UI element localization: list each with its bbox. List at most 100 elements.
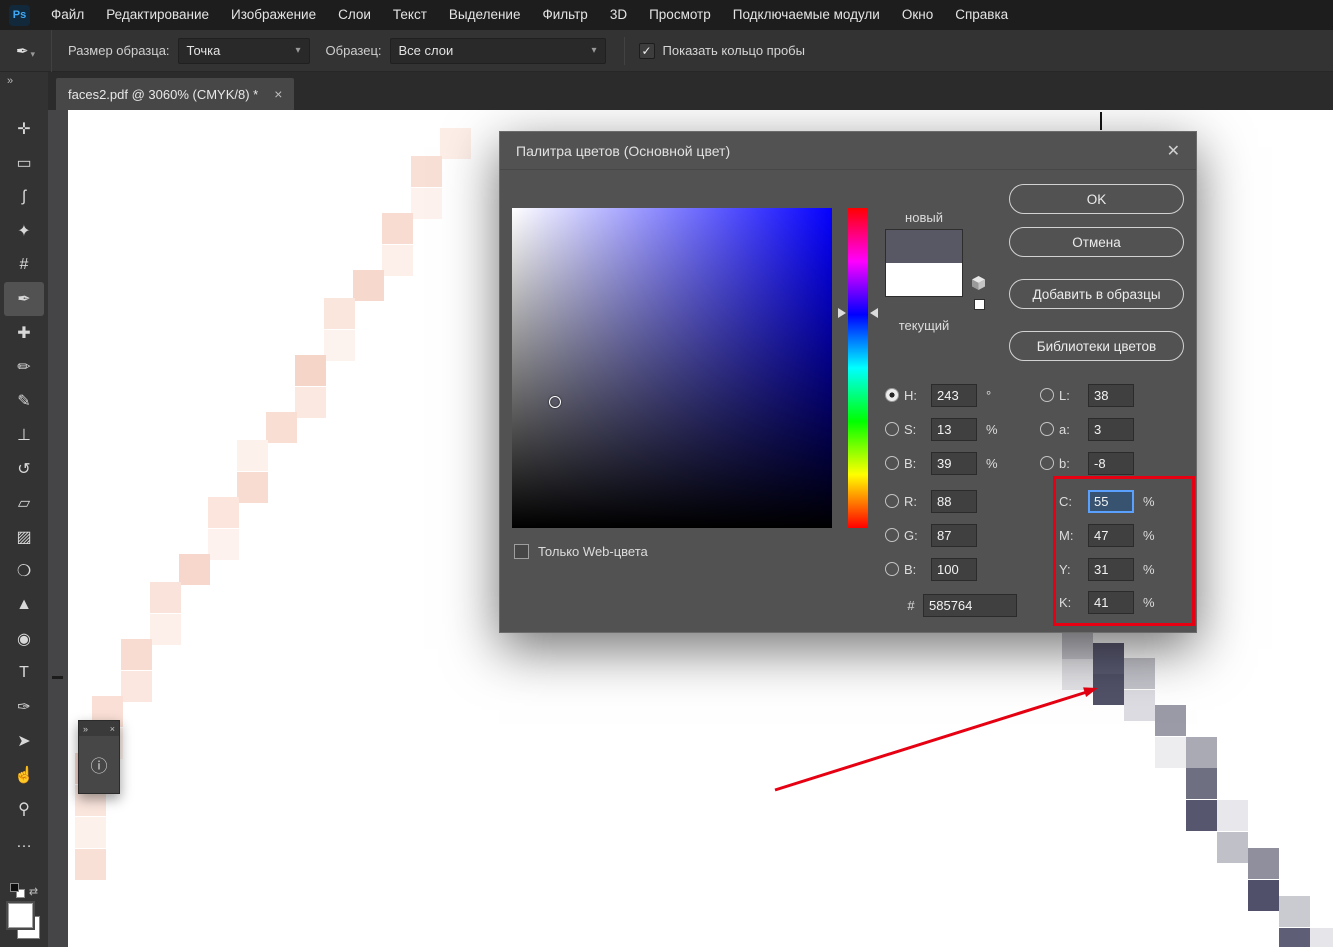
menu-item[interactable]: Выделение xyxy=(438,0,532,30)
sample-size-label: Размер образца: xyxy=(68,43,170,58)
brush-tool[interactable]: ✏ xyxy=(4,350,44,384)
menu-item[interactable]: Текст xyxy=(382,0,438,30)
k-input[interactable] xyxy=(1088,590,1134,614)
lab-b-radio[interactable] xyxy=(1040,456,1054,470)
h-radio[interactable] xyxy=(885,388,899,402)
lab-b-input[interactable] xyxy=(1088,451,1134,475)
eyedropper-tool[interactable]: ✒ xyxy=(4,282,44,316)
toolbar-collapse-button[interactable]: » xyxy=(0,72,48,110)
tool-preset-picker[interactable]: ✒ ▾ xyxy=(0,29,52,72)
l-radio[interactable] xyxy=(1040,388,1054,402)
hex-input[interactable] xyxy=(923,593,1017,617)
spot-healing-brush-tool[interactable]: ✚ xyxy=(4,316,44,350)
type-tool[interactable]: T xyxy=(4,656,44,690)
document-tab-title: faces2.pdf @ 3060% (CMYK/8) * xyxy=(68,86,259,102)
hand-tool[interactable]: ☝ xyxy=(4,758,44,792)
web-colors-only-row: Только Web-цвета xyxy=(514,544,648,559)
y-input[interactable] xyxy=(1088,557,1134,581)
a-input[interactable] xyxy=(1088,417,1134,441)
l-input[interactable] xyxy=(1088,383,1134,407)
g-input[interactable] xyxy=(931,523,977,547)
move-tool[interactable]: ✛ xyxy=(4,112,44,146)
s-label: S: xyxy=(904,421,917,437)
info-icon[interactable]: ⓘ xyxy=(91,752,108,777)
zoom-tool[interactable]: ⚲ xyxy=(4,792,44,826)
path-selection-tool[interactable]: ➤ xyxy=(4,724,44,758)
swap-colors-icon[interactable]: ⇄ xyxy=(29,885,38,898)
document-tab[interactable]: faces2.pdf @ 3060% (CMYK/8) * × xyxy=(56,78,295,110)
b-row: B: % xyxy=(885,451,998,475)
b-radio[interactable] xyxy=(885,456,899,470)
document-canvas[interactable]: » × ⓘ Палитра цветов (Основной цвет) ✕ н… xyxy=(68,110,1333,947)
quick-selection-tool[interactable]: ✦ xyxy=(4,214,44,248)
h-label: H: xyxy=(904,387,917,403)
menu-item[interactable]: Подключаемые модули xyxy=(722,0,891,30)
hex-row: # xyxy=(885,593,1017,617)
menu-item[interactable]: Фильтр xyxy=(531,0,598,30)
dialog-close-icon[interactable]: ✕ xyxy=(1167,141,1180,161)
shape-tool[interactable]: ▲ xyxy=(4,588,44,622)
gradient-tool[interactable]: ▨ xyxy=(4,520,44,554)
sample-size-dropdown[interactable]: Точка ▾ xyxy=(177,37,310,64)
s-radio[interactable] xyxy=(885,422,899,436)
menu-item[interactable]: Редактирование xyxy=(95,0,220,30)
eraser-tool[interactable]: ▱ xyxy=(4,486,44,520)
ok-button[interactable]: OK xyxy=(1009,184,1184,214)
show-sampling-ring-label: Показать кольцо пробы xyxy=(662,43,805,58)
menu-item[interactable]: 3D xyxy=(599,0,638,30)
sample-dropdown[interactable]: Все слои ▾ xyxy=(389,37,606,64)
default-colors-icon[interactable] xyxy=(9,883,25,898)
foreground-color-swatch[interactable] xyxy=(8,903,33,928)
dialog-title-bar[interactable]: Палитра цветов (Основной цвет) ✕ xyxy=(500,132,1196,170)
pen-tool[interactable]: ✑ xyxy=(4,690,44,724)
hue-slider[interactable] xyxy=(848,208,868,528)
h-input[interactable] xyxy=(931,383,977,407)
menu-item[interactable]: Окно xyxy=(891,0,944,30)
tab-close-icon[interactable]: × xyxy=(274,86,282,102)
clone-stamp-tool[interactable]: ⊥ xyxy=(4,418,44,452)
r-radio[interactable] xyxy=(885,494,899,508)
dodge-tool[interactable]: ❍ xyxy=(4,554,44,588)
gray-pixel xyxy=(1093,674,1124,705)
gamut-warning-icon[interactable] xyxy=(971,276,986,291)
color-marker[interactable] xyxy=(549,396,561,408)
web-colors-only-checkbox[interactable] xyxy=(514,544,529,559)
add-to-swatches-button[interactable]: Добавить в образцы xyxy=(1009,279,1184,309)
menu-item[interactable]: Изображение xyxy=(220,0,327,30)
menu-item[interactable]: Справка xyxy=(944,0,1019,30)
lab-b-row: b: xyxy=(1040,451,1134,475)
m-input[interactable] xyxy=(1088,523,1134,547)
b-input[interactable] xyxy=(931,451,977,475)
s-input[interactable] xyxy=(931,417,977,441)
sv-gradient[interactable] xyxy=(512,208,832,528)
crop-tool[interactable]: # xyxy=(4,248,44,282)
c-input[interactable] xyxy=(1088,489,1134,513)
toolbar-options[interactable]: … xyxy=(4,826,44,860)
show-sampling-ring-checkbox[interactable]: ✓ xyxy=(638,42,655,59)
a-radio[interactable] xyxy=(1040,422,1054,436)
panel-close-icon[interactable]: × xyxy=(110,724,115,734)
eyedropper-icon: ✒ xyxy=(15,42,29,60)
history-brush-tool[interactable]: ↺ xyxy=(4,452,44,486)
b2-radio[interactable] xyxy=(885,562,899,576)
tools-panel: ✛ ▭ ʃ ✦ # ✒ ✚ ✏ ✎ ⊥ ↺ ▱ ▨ ❍ ▲ ◉ T ✑ ➤ ☝ ⚲… ⇄ xyxy=(0,110,48,947)
g-label: G: xyxy=(904,527,918,543)
panel-collapse-icon[interactable]: » xyxy=(83,724,88,734)
gamut-color-swatch[interactable] xyxy=(974,299,985,310)
cancel-button[interactable]: Отмена xyxy=(1009,227,1184,257)
pink-pixel xyxy=(75,817,106,848)
hue-slider-handle-left[interactable] xyxy=(838,308,846,318)
pencil-tool[interactable]: ✎ xyxy=(4,384,44,418)
menu-item[interactable]: Файл xyxy=(40,0,95,30)
blur-tool[interactable]: ◉ xyxy=(4,622,44,656)
g-radio[interactable] xyxy=(885,528,899,542)
hue-slider-handle-right[interactable] xyxy=(870,308,878,318)
lasso-tool[interactable]: ʃ xyxy=(4,180,44,214)
menu-item[interactable]: Просмотр xyxy=(638,0,722,30)
a-row: a: xyxy=(1040,417,1134,441)
color-libraries-button[interactable]: Библиотеки цветов xyxy=(1009,331,1184,361)
rectangular-marquee-tool[interactable]: ▭ xyxy=(4,146,44,180)
r-input[interactable] xyxy=(931,489,977,513)
b2-input[interactable] xyxy=(931,557,977,581)
menu-item[interactable]: Слои xyxy=(327,0,382,30)
